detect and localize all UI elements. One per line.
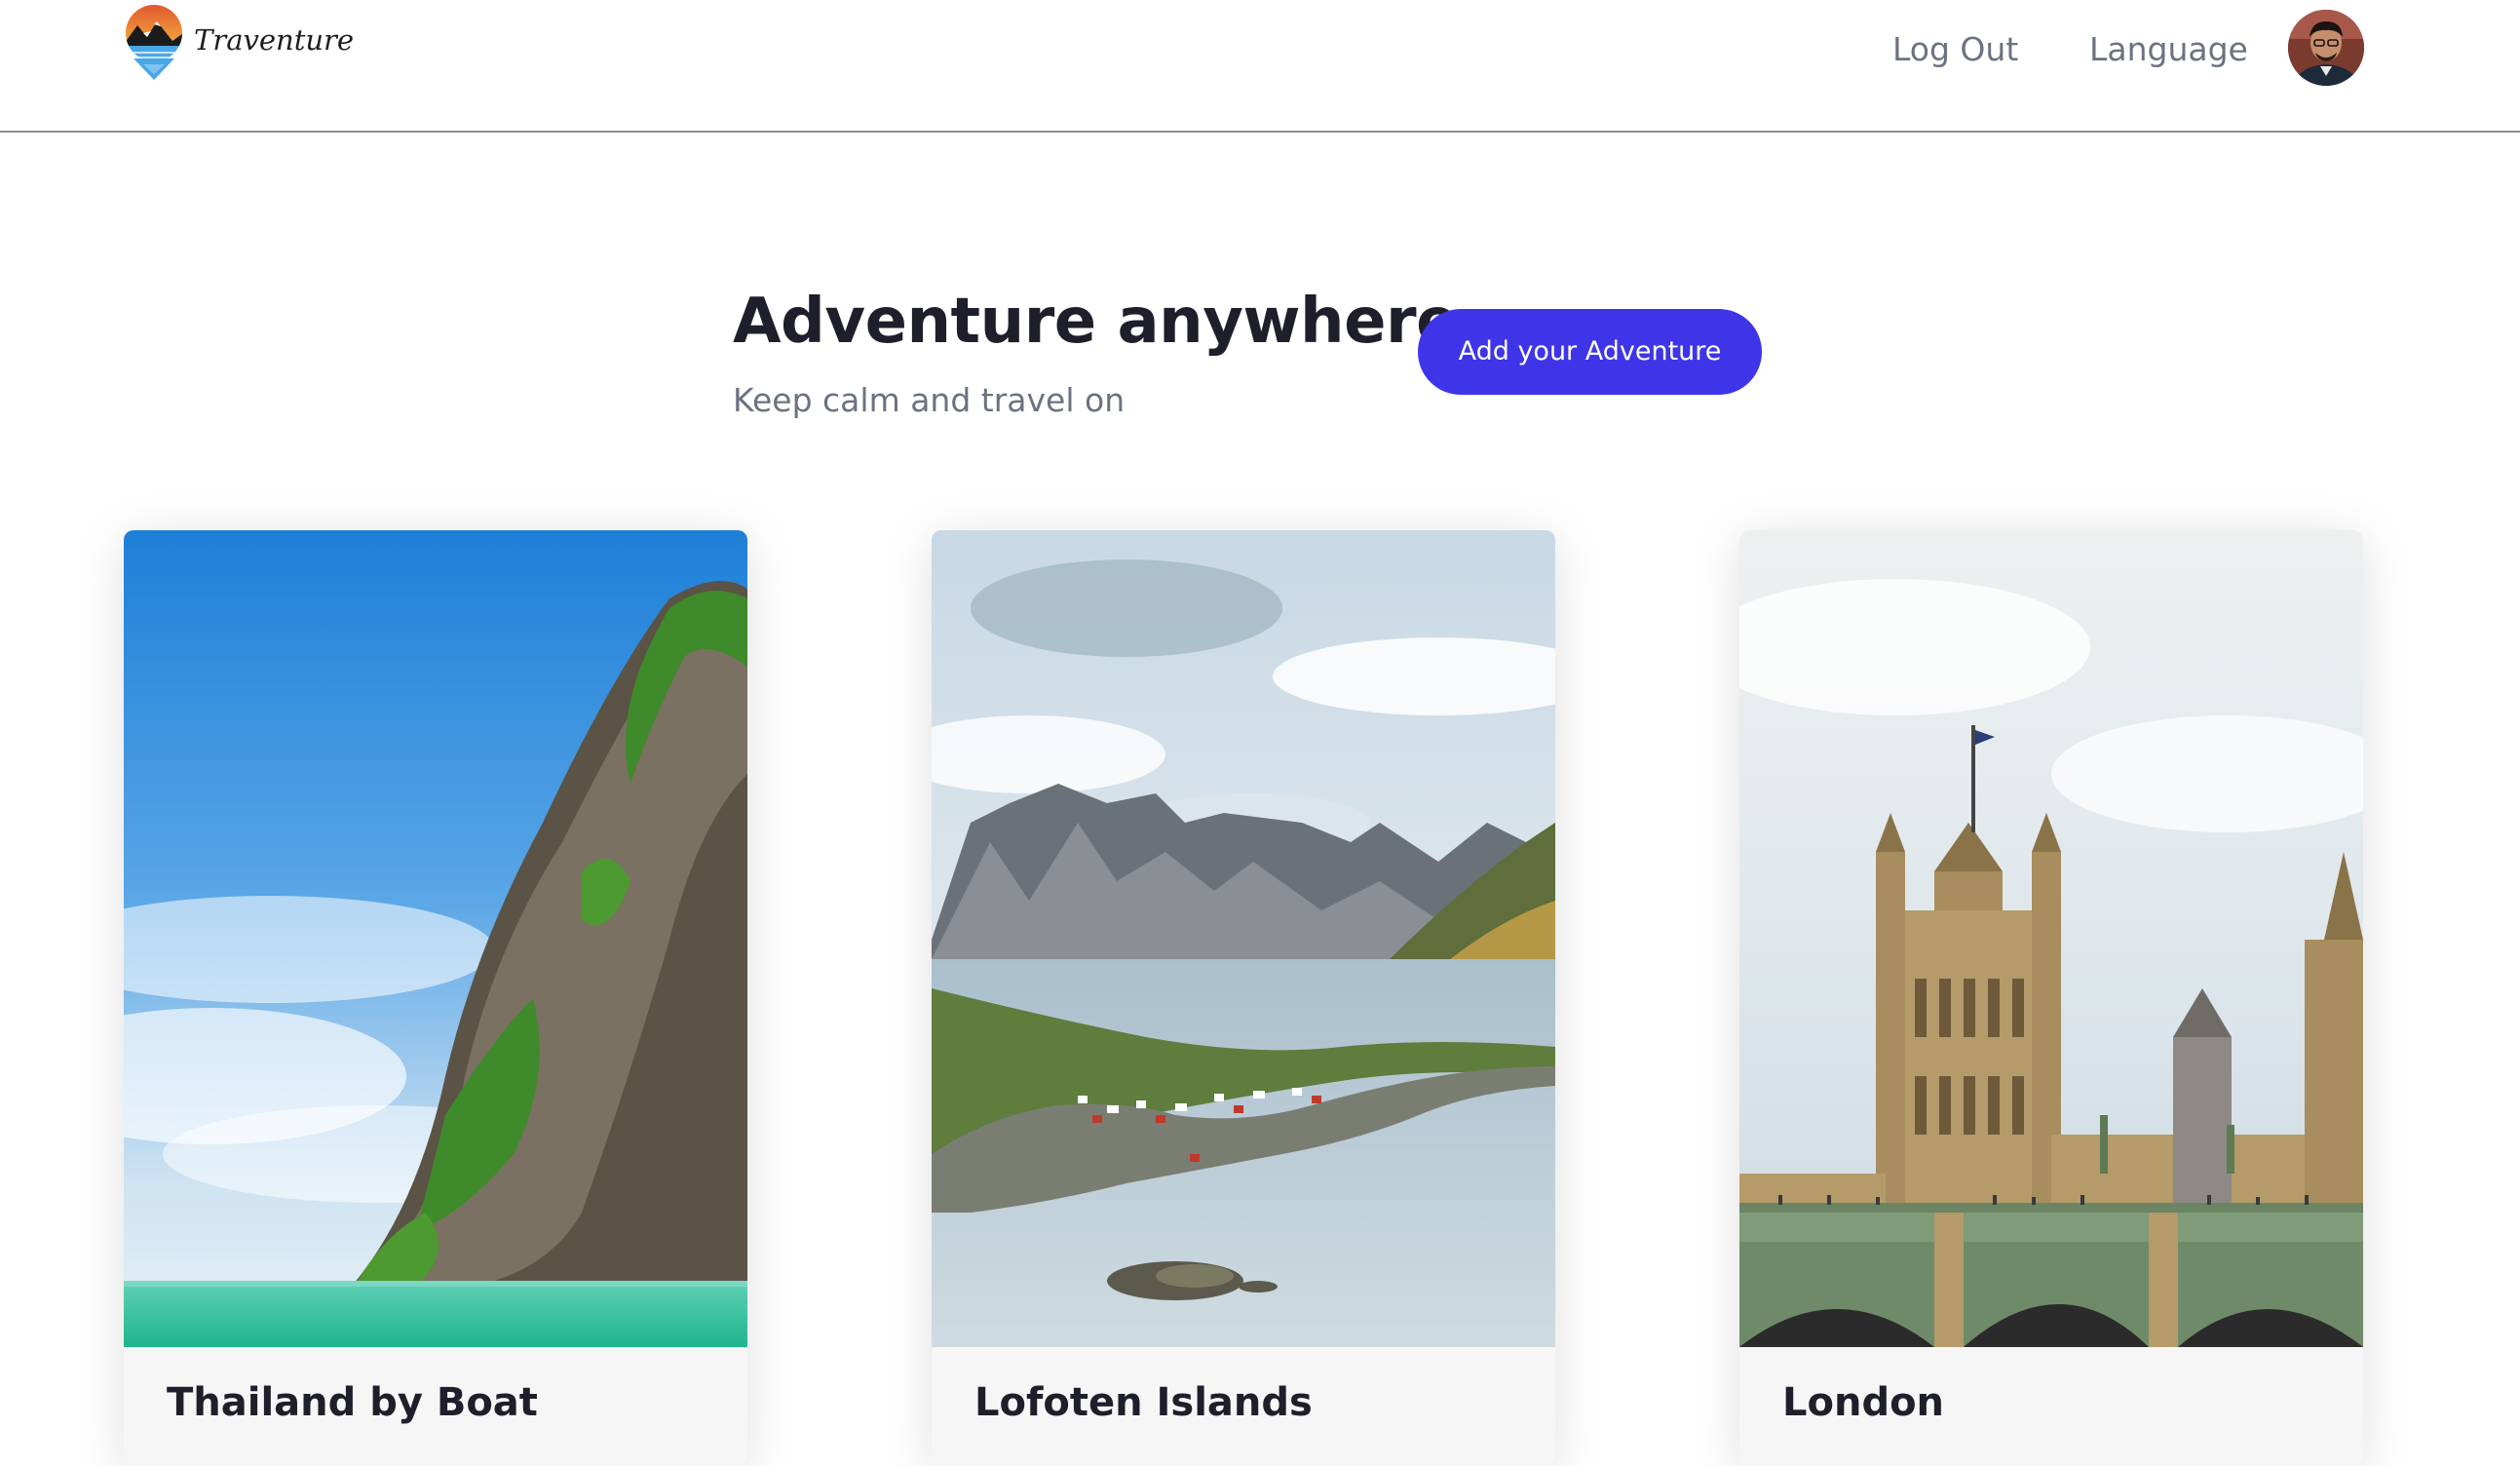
- card-title: Thailand by Boat: [167, 1380, 538, 1425]
- card-title: Lofoten Islands: [974, 1380, 1313, 1425]
- mountain-sun-location-pin-icon: [126, 5, 182, 80]
- brand-logo[interactable]: Traventure: [122, 4, 354, 82]
- top-header: Traventure Log Out Language: [0, 0, 2520, 133]
- brand-name: Traventure: [194, 23, 355, 57]
- adventure-card[interactable]: Lofoten Islands: [932, 530, 1555, 1466]
- page-subtitle: Keep calm and travel on: [733, 381, 1126, 419]
- user-avatar[interactable]: [2288, 10, 2364, 86]
- language-link[interactable]: Language: [2089, 25, 2248, 74]
- page-title: Adventure anywhere: [733, 286, 1458, 358]
- add-adventure-button[interactable]: Add your Adventure: [1418, 309, 1762, 395]
- card-title: London: [1782, 1380, 1945, 1425]
- adventure-card[interactable]: Thailand by Boat: [124, 530, 747, 1466]
- logout-link[interactable]: Log Out: [1892, 25, 2018, 74]
- adventure-card[interactable]: London: [1739, 530, 2363, 1466]
- card-image-lofoten: [932, 530, 1555, 1347]
- card-image-thailand: [124, 530, 747, 1347]
- card-image-london: [1739, 530, 2363, 1347]
